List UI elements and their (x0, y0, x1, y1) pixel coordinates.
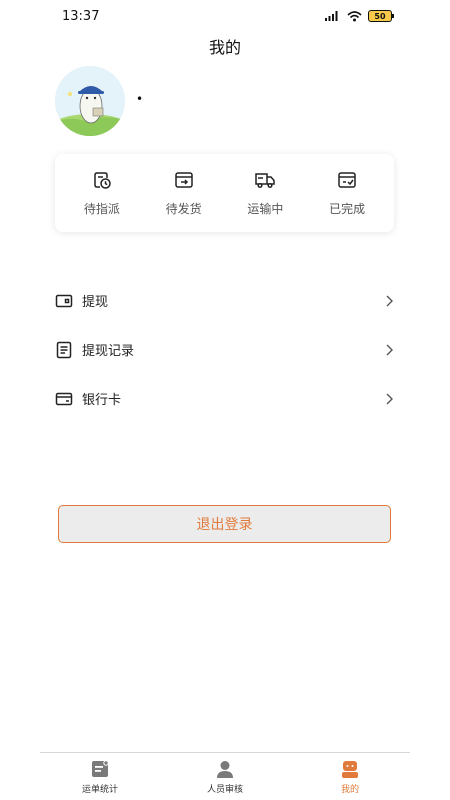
tab-waybill-stats[interactable]: 运单统计 (70, 753, 130, 800)
battery-icon: 50 (368, 10, 394, 22)
tab-label: 人员审核 (206, 785, 243, 795)
status-icons: 50 (325, 10, 394, 22)
status-time: 13:37 (62, 8, 100, 24)
order-status-card: 待指派 待发货 运输中 已完成 (55, 154, 394, 232)
waybill-icon (92, 760, 109, 777)
order-label: 待指派 (83, 202, 120, 216)
order-label: 已完成 (329, 202, 366, 216)
status-bar: 13:37 50 (0, 0, 450, 32)
truck-icon (255, 173, 276, 189)
avatar-illustration-icon (55, 66, 125, 136)
menu-item-bank-card[interactable]: 银行卡 (55, 374, 394, 423)
order-pending-ship[interactable]: 待发货 (149, 169, 219, 217)
order-in-transit[interactable]: 运输中 (230, 169, 300, 217)
signal-icon (325, 11, 338, 21)
order-label: 待发货 (165, 202, 202, 216)
person-icon (217, 761, 233, 778)
menu-item-withdraw-records[interactable]: 提现记录 (55, 325, 394, 374)
logout-button[interactable]: 退出登录 (58, 505, 391, 543)
user-name: • (136, 92, 144, 106)
wallet-icon (55, 294, 73, 307)
menu-label: 提现 (82, 295, 109, 310)
menu-list: 提现 提现记录 银行卡 (55, 276, 394, 423)
profile-icon (342, 761, 358, 778)
done-box-icon (338, 172, 356, 188)
chevron-right-icon (386, 295, 393, 306)
bank-card-icon (55, 392, 73, 405)
chevron-right-icon (386, 393, 393, 404)
tab-mine[interactable]: 我的 (320, 753, 380, 800)
outbox-icon (174, 172, 193, 188)
menu-label: 提现记录 (82, 344, 135, 359)
wifi-icon (347, 10, 362, 21)
chevron-right-icon (386, 344, 393, 355)
page-title: 我的 (208, 38, 241, 57)
battery-level: 50 (374, 11, 386, 21)
bottom-tab-bar: 运单统计 人员审核 我的 (40, 752, 410, 800)
menu-item-withdraw[interactable]: 提现 (55, 276, 394, 325)
menu-label: 银行卡 (82, 393, 122, 408)
tab-label: 我的 (340, 785, 359, 795)
clock-document-icon (94, 172, 111, 189)
order-pending-assign[interactable]: 待指派 (67, 169, 137, 217)
order-completed[interactable]: 已完成 (312, 169, 382, 217)
record-list-icon (56, 341, 72, 358)
avatar[interactable] (55, 66, 125, 136)
tab-label: 运单统计 (81, 785, 118, 795)
order-label: 运输中 (247, 202, 284, 216)
tab-personnel-review[interactable]: 人员审核 (195, 753, 255, 800)
